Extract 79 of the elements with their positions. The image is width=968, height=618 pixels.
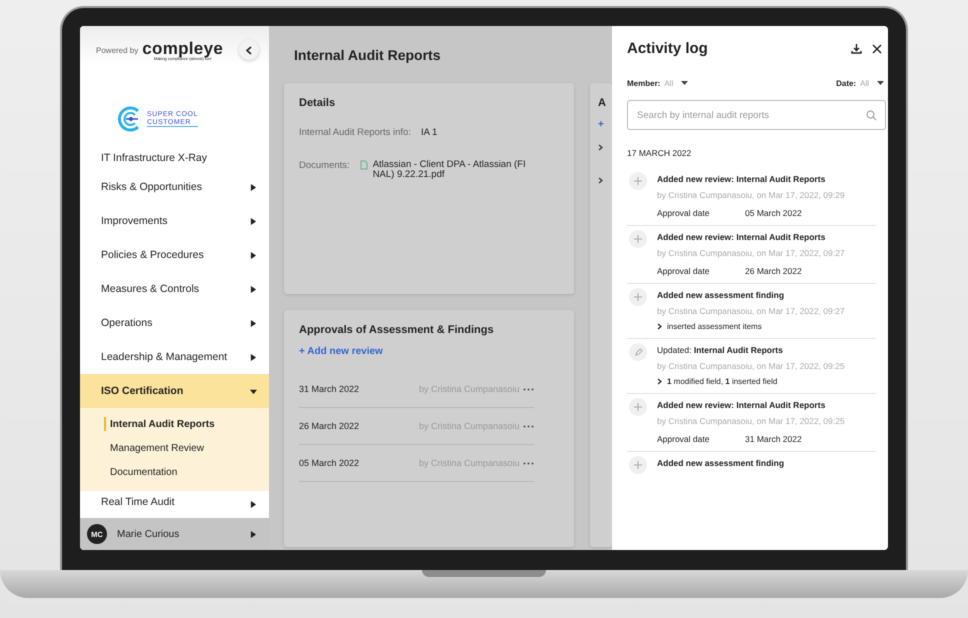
caret-down-icon [877,81,884,86]
field-label: Internal Audit Reports info: [299,127,411,138]
filter-dropdown[interactable]: Date: All [836,79,884,88]
sidebar-item[interactable]: Operations [80,306,269,340]
plus-icon [634,293,642,301]
chevron-right-icon[interactable] [598,144,603,151]
page-title: Internal Audit Reports [293,46,442,65]
sidebar-item[interactable]: IT Infrastructure X-Ray [80,146,269,170]
detail-value: 31 March 2022 [745,434,802,444]
user-name: Marie Curious [117,528,180,540]
chevron-right-icon[interactable] [657,378,662,385]
card-heading: Details [299,97,336,109]
sidebar-item[interactable]: Real Time Audit [80,491,269,509]
caret-right-icon [250,354,257,360]
panel-title: Activity log [627,40,709,57]
detail-label: Approval date [657,266,710,276]
pencil-icon [634,348,642,356]
activity-author: by Cristina Cumpanasoiu, on Mar 17, 2022, 09:27 [657,306,845,316]
caret-down-icon [681,81,688,86]
sidebar-item[interactable]: Leadership & Management [80,340,269,374]
sidebar-item[interactable]: Improvements [80,204,269,238]
sidebar-subitem[interactable]: Management Review [80,436,269,460]
caret-right-icon [250,286,257,292]
caret-right-icon [250,501,257,508]
more-icon[interactable] [523,388,534,390]
card-heading: A [598,97,607,109]
detail-label: Approval date [657,208,710,218]
document-link[interactable]: Atlassian - Client DPA - Atlassian (FI NAL) 9.22.21.pdf [372,160,543,180]
chevron-right-icon[interactable] [598,177,603,184]
detail-value: 05 March 2022 [745,208,802,218]
activity-author: by Cristina Cumpanasoiu, on Mar 17, 2022, 09:27 [657,248,845,258]
filter-dropdown[interactable]: Member: All [627,79,688,88]
caret-right-icon [250,252,257,258]
search-field[interactable]: Search by internal audit reports [627,100,886,130]
date-group-label: 17 MARCH 2022 [627,148,692,158]
change-summary[interactable]: inserted assessment items [667,322,762,331]
activity-title: Added new review: Internal Audit Reports [657,232,826,242]
activity-title: Added new assessment finding [657,290,786,300]
activity-title: Updated: Internal Audit Reports [657,345,784,355]
plus-icon [634,177,642,185]
close-button[interactable] [870,44,884,54]
sidebar-subitem[interactable]: Documentation [80,460,269,485]
caret-right-icon [250,218,257,224]
review-date: 31 March 2022 [299,384,360,394]
file-icon [360,160,368,170]
sidebar-item[interactable]: Measures & Controls [80,272,269,306]
sidebar-item[interactable]: Policies & Procedures [80,238,269,272]
more-icon[interactable] [523,462,534,464]
search-icon [866,110,877,121]
plus-icon [634,235,642,243]
activity-title: Added new review: Internal Audit Reports [657,174,826,184]
download-button[interactable] [849,43,864,54]
more-icon[interactable] [523,424,534,428]
activity-author: by Cristina Cumpanasoiu, on Mar 17, 2022, 09:25 [657,361,845,371]
caret-right-icon [250,320,257,326]
brand-logo: compleye [142,40,224,56]
activity-author: by Cristina Cumpanasoiu, on Mar 17, 2022, 09:25 [657,416,845,426]
change-summary[interactable]: 1 modified field, 1 inserted field [667,377,778,386]
card-heading: Approvals of Assessment & Findings [299,324,495,336]
field-label: Documents: [299,160,350,171]
chevron-left-icon [245,46,253,54]
caret-down-icon [250,388,257,394]
review-date: 05 March 2022 [299,458,360,468]
plus-icon [634,461,642,469]
powered-by-label: Powered by [96,46,138,54]
review-date: 26 March 2022 [299,421,360,431]
sidebar-item[interactable]: Risks & Opportunities [80,170,269,204]
chevron-right-icon[interactable] [657,323,662,330]
plus-icon [634,403,642,411]
collapse-button[interactable] [239,40,259,60]
field-value: IA 1 [420,127,438,138]
caret-right-icon [250,184,257,190]
detail-value: 26 March 2022 [745,266,802,276]
activity-author: by Cristina Cumpanasoiu, on Mar 17, 2022, 09:29 [657,190,845,200]
detail-label: Approval date [657,434,710,444]
sidebar-item[interactable]: ISO Certification [80,374,269,408]
activity-title: Added new assessment finding [657,458,784,468]
activity-title: Added new review: Internal Audit Reports [657,400,826,410]
caret-right-icon [250,530,257,538]
